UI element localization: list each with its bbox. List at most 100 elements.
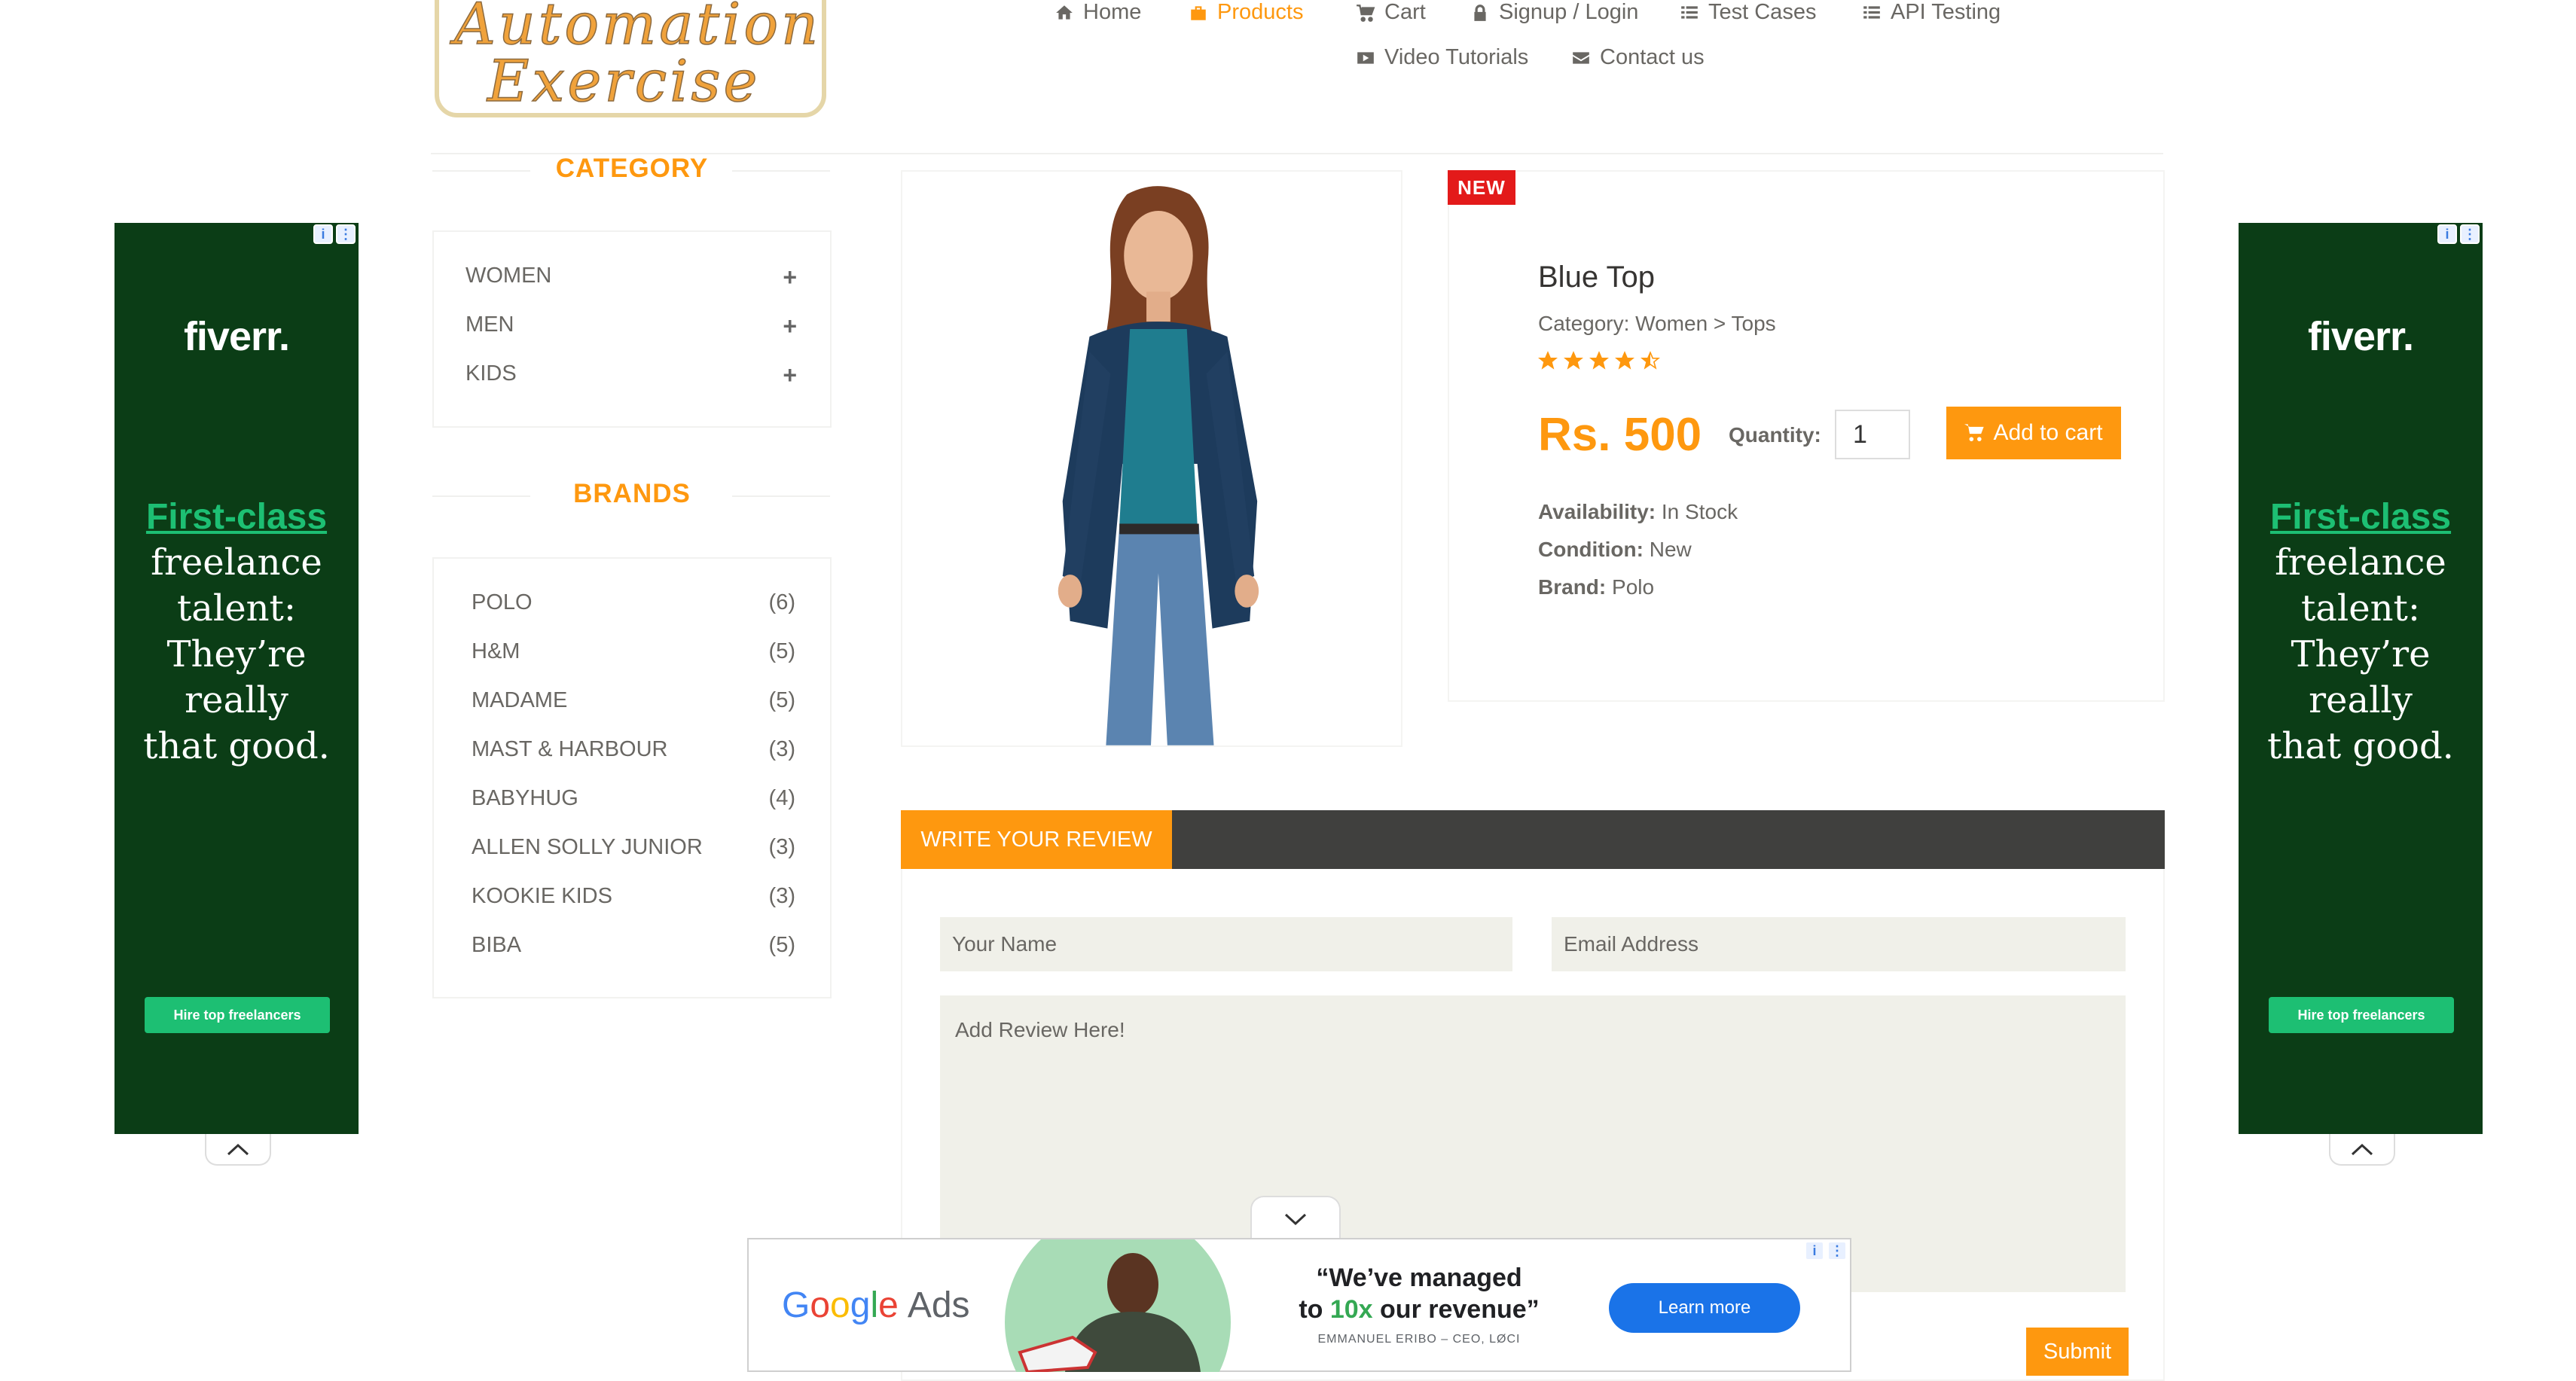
- ad-cta-button[interactable]: Hire top freelancers: [145, 997, 330, 1033]
- brand-count: (6): [768, 590, 795, 614]
- quantity-input[interactable]: [1835, 410, 1910, 459]
- ad-info-controls[interactable]: i ⋮: [1805, 1241, 1847, 1261]
- brand-item[interactable]: BABYHUG (4): [472, 786, 795, 811]
- product-name: Blue Top: [1538, 261, 1655, 294]
- add-to-cart-label: Add to cart: [1993, 420, 2103, 445]
- nav-api-testing-label: API Testing: [1891, 0, 2001, 24]
- brand-item[interactable]: MADAME (5): [472, 688, 795, 713]
- lock-icon: [1474, 4, 1486, 21]
- ad-quote-highlight: 10x: [1329, 1295, 1373, 1324]
- category-label: KIDS: [465, 361, 517, 386]
- bottom-anchor-ad[interactable]: i ⋮ Google Ads “We’ve managed to 10x our …: [747, 1238, 1851, 1372]
- ad-line: really: [2309, 679, 2413, 721]
- star-icon: [1589, 351, 1609, 370]
- learn-more-button[interactable]: Learn more: [1609, 1283, 1800, 1333]
- brand-count: (5): [768, 688, 795, 712]
- condition-line: Condition: New: [1538, 538, 1692, 562]
- brand-value: Polo: [1612, 575, 1655, 599]
- product-model-illustration: [1058, 186, 1259, 745]
- nav-signup-login[interactable]: Signup / Login: [1470, 0, 1638, 25]
- nav-video-label: Video Tutorials: [1384, 45, 1529, 69]
- condition-label: Condition:: [1538, 538, 1644, 561]
- nav-home-label: Home: [1083, 0, 1142, 24]
- logo-text-line1: Automation: [453, 0, 822, 57]
- nav-video-tutorials[interactable]: Video Tutorials: [1356, 45, 1528, 70]
- ad-line: freelance: [2275, 541, 2446, 584]
- right-side-ad[interactable]: i ⋮ fiverr. First-class freelance talent…: [2239, 223, 2483, 1134]
- ad-quote-rest: our revenue”: [1372, 1295, 1540, 1324]
- brand-name: POLO: [472, 590, 533, 614]
- ad-info-icon[interactable]: i: [2437, 224, 2457, 244]
- brand-name: BIBA: [472, 933, 522, 957]
- brand-item[interactable]: MAST & HARBOUR (3): [472, 737, 795, 762]
- nav-home[interactable]: Home: [1055, 0, 1141, 25]
- ad-quote: “We’ve managed to 10x our revenue”: [1291, 1262, 1547, 1325]
- ad-info-controls[interactable]: i ⋮: [313, 224, 356, 244]
- tab-write-review[interactable]: WRITE YOUR REVIEW: [901, 810, 1172, 869]
- submit-review-button[interactable]: Submit: [2026, 1328, 2129, 1376]
- brand-name: MAST & HARBOUR: [472, 737, 668, 761]
- expand-plus-icon[interactable]: +: [783, 361, 797, 389]
- ad-info-icon[interactable]: i: [313, 224, 333, 244]
- right-ad-collapse-tab[interactable]: [2329, 1134, 2395, 1166]
- nav-contact-label: Contact us: [1600, 45, 1705, 69]
- brand-item[interactable]: ALLEN SOLLY JUNIOR (3): [472, 835, 795, 860]
- ad-menu-icon[interactable]: ⋮: [336, 224, 356, 244]
- category-label: WOMEN: [465, 264, 552, 288]
- brands-panel: POLO (6) H&M (5) MADAME (5) MAST & HARBO…: [432, 557, 832, 998]
- nav-test-cases[interactable]: Test Cases: [1680, 0, 1816, 25]
- review-name-input[interactable]: [940, 917, 1512, 971]
- nav-cart[interactable]: Cart: [1356, 0, 1426, 25]
- bottom-ad-dismiss-tab[interactable]: [1250, 1196, 1341, 1241]
- nav-contact-us[interactable]: Contact us: [1571, 45, 1705, 70]
- brand-name: MADAME: [472, 688, 568, 712]
- category-item-kids[interactable]: KIDS +: [465, 361, 797, 389]
- ad-attribution: EMMANUEL ERIBO – CEO, LØCI: [1317, 1333, 1521, 1346]
- add-to-cart-button[interactable]: Add to cart: [1946, 407, 2121, 459]
- category-item-men[interactable]: MEN +: [465, 312, 797, 340]
- home-icon: [1056, 5, 1073, 20]
- logo-text-line2: Exercise: [487, 47, 761, 114]
- logo-letter: G: [782, 1285, 810, 1325]
- left-side-ad[interactable]: i ⋮ fiverr. First-class freelance talent…: [114, 223, 359, 1134]
- envelope-icon: [1573, 51, 1589, 64]
- ad-menu-icon[interactable]: ⋮: [2460, 224, 2480, 244]
- nav-products-label: Products: [1217, 0, 1304, 24]
- nav-test-cases-label: Test Cases: [1708, 0, 1817, 24]
- category-title: CATEGORY: [555, 154, 709, 183]
- availability-line: Availability: In Stock: [1538, 500, 1738, 524]
- logo-letter: g: [850, 1285, 871, 1325]
- logo-letter: o: [810, 1285, 831, 1325]
- ad-info-icon[interactable]: i: [1805, 1241, 1824, 1261]
- site-logo[interactable]: Automation Exercise: [435, 0, 826, 117]
- ad-line: They’re: [2291, 633, 2431, 675]
- chevron-up-icon: [227, 1143, 249, 1156]
- ad-info-controls[interactable]: i ⋮: [2437, 224, 2480, 244]
- half-star-icon: [1641, 351, 1660, 370]
- expand-plus-icon[interactable]: +: [783, 312, 797, 340]
- ad-line: They’re: [166, 633, 307, 675]
- ad-cta-button[interactable]: Hire top freelancers: [2269, 997, 2454, 1033]
- product-price: Rs. 500: [1538, 409, 1702, 461]
- star-icon: [1615, 351, 1634, 370]
- youtube-icon: [1357, 51, 1374, 64]
- chevron-down-icon: [1284, 1213, 1307, 1226]
- cart-icon: [1964, 424, 1985, 441]
- logo-letter: o: [830, 1285, 850, 1325]
- review-email-input[interactable]: [1552, 917, 2126, 971]
- brand-item[interactable]: BIBA (5): [472, 933, 795, 958]
- availability-label: Availability:: [1538, 500, 1656, 523]
- list-icon: [1863, 5, 1880, 19]
- logo-letter: e: [878, 1285, 899, 1325]
- brands-title: BRANDS: [573, 479, 691, 508]
- category-item-women[interactable]: WOMEN +: [465, 264, 797, 291]
- ad-menu-icon[interactable]: ⋮: [1827, 1241, 1847, 1261]
- nav-products[interactable]: Products: [1189, 0, 1303, 25]
- expand-plus-icon[interactable]: +: [783, 264, 797, 291]
- brand-name: KOOKIE KIDS: [472, 884, 612, 908]
- brand-item[interactable]: KOOKIE KIDS (3): [472, 884, 795, 909]
- brand-item[interactable]: H&M (5): [472, 639, 795, 664]
- brand-item[interactable]: POLO (6): [472, 590, 795, 615]
- nav-api-testing[interactable]: API Testing: [1862, 0, 2001, 25]
- left-ad-collapse-tab[interactable]: [205, 1134, 271, 1166]
